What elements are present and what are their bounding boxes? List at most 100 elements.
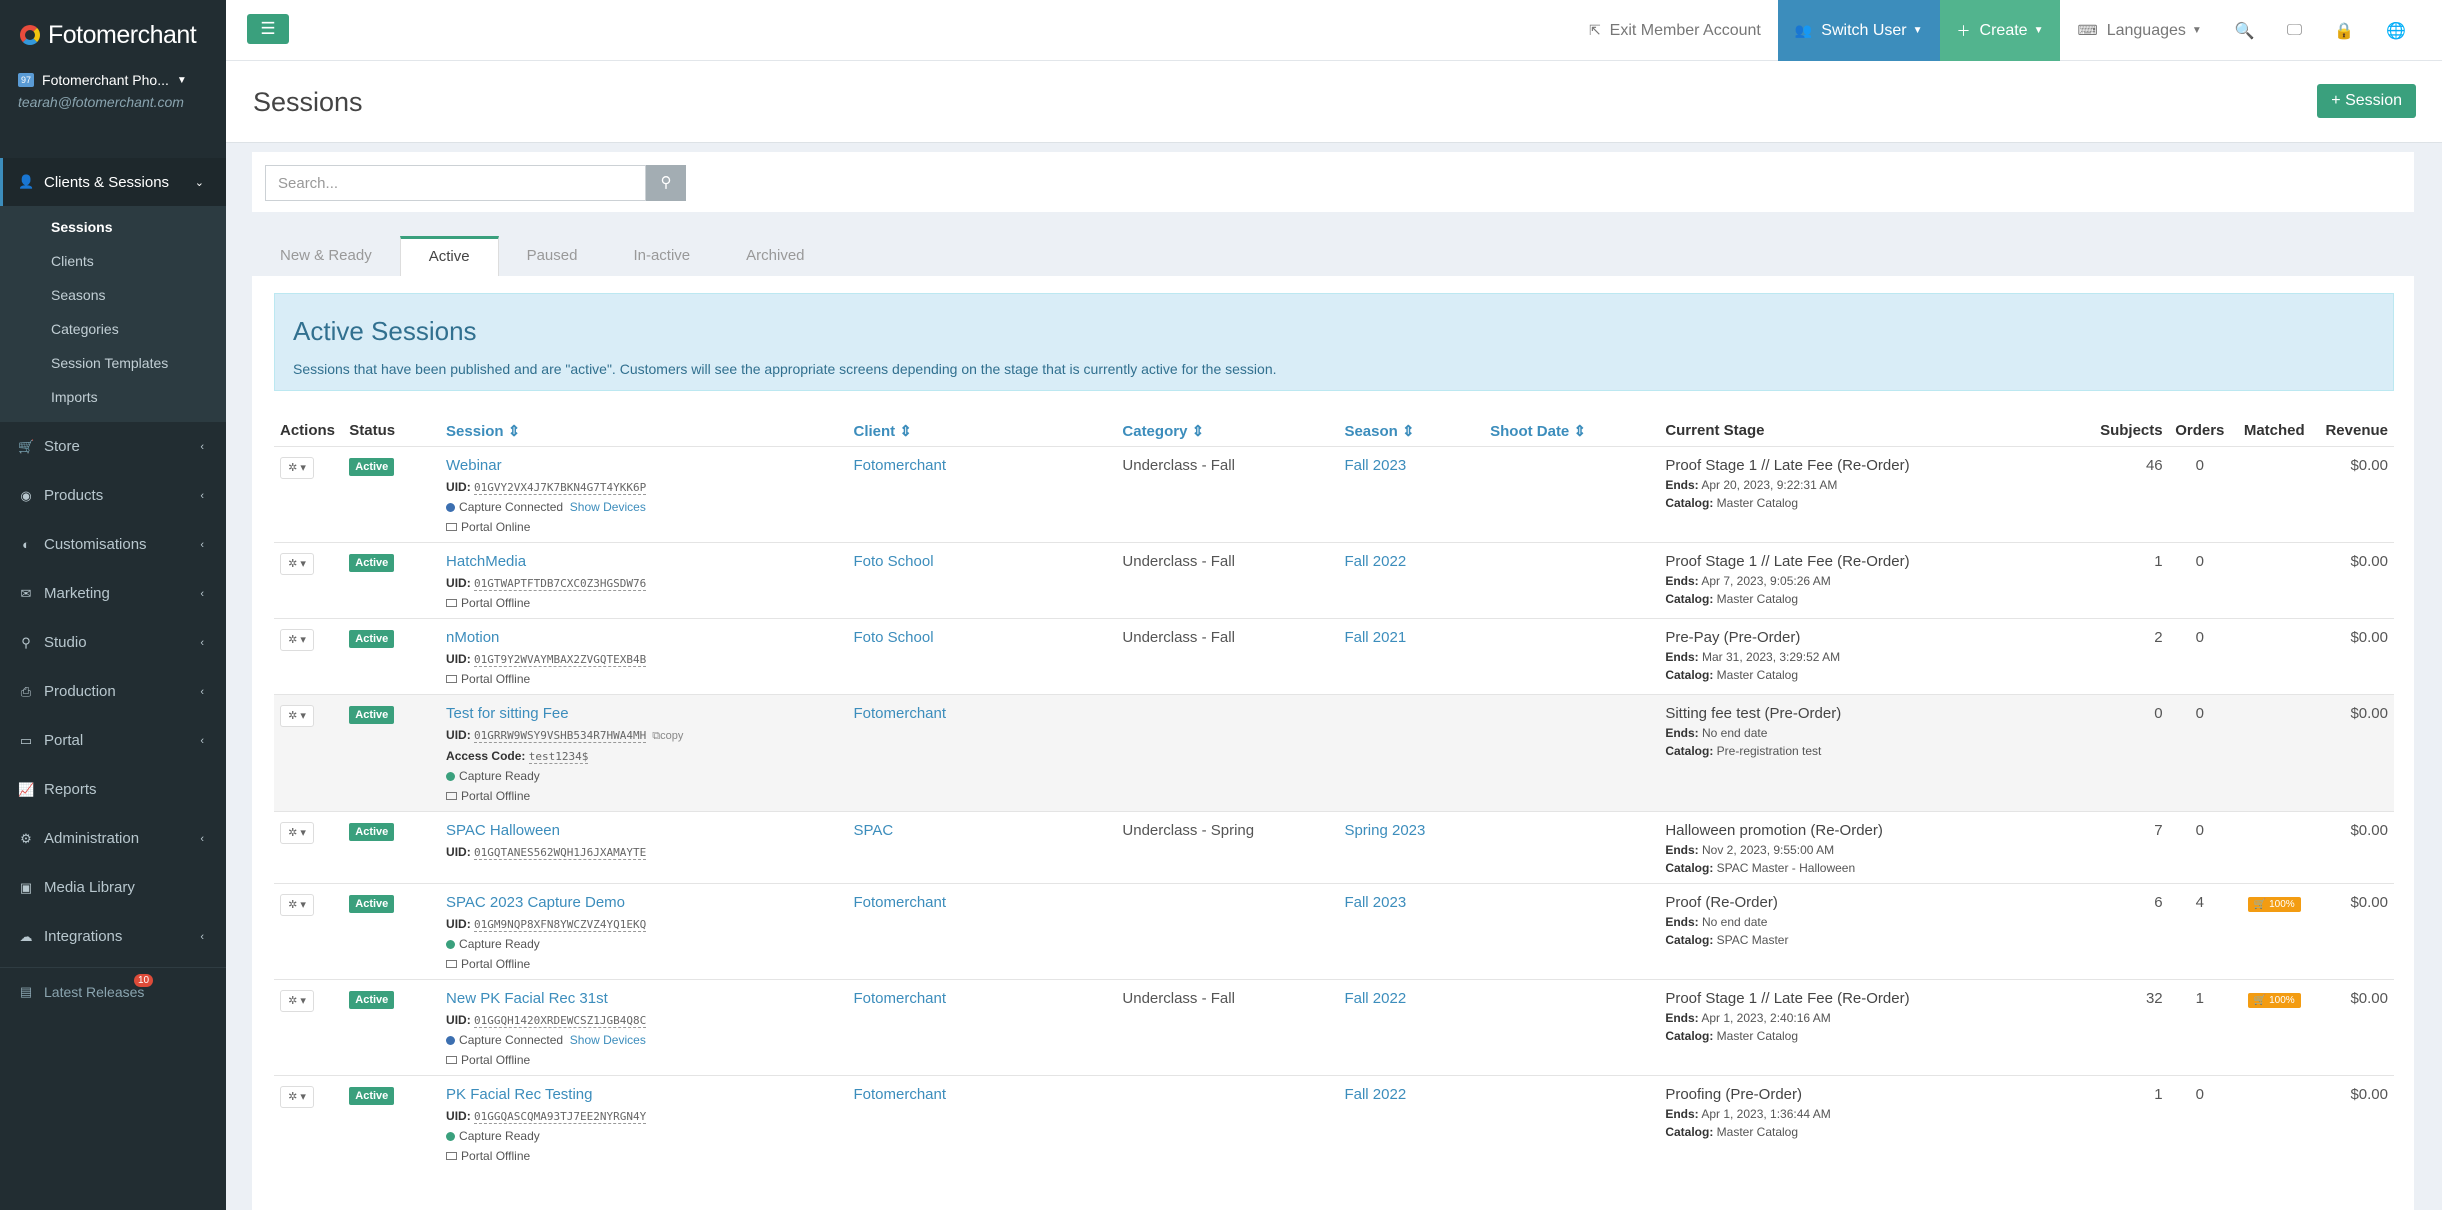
sidebar-item-clients-sessions[interactable]: 👤 Clients & Sessions ⌄ <box>0 158 226 206</box>
add-session-button[interactable]: + Session <box>2317 84 2416 118</box>
show-devices-link[interactable]: Show Devices <box>570 1033 646 1047</box>
uid-value[interactable]: 01GRRW9WSY9VSHB534R7HWA4MH <box>474 728 647 743</box>
account-switcher[interactable]: 97 Fotomerchant Pho... ▼ tearah@fotomerc… <box>0 70 226 128</box>
column-header-season[interactable]: Season ⇕ <box>1338 416 1484 446</box>
column-header-session[interactable]: Session ⇕ <box>440 416 847 446</box>
season-link[interactable]: Fall 2021 <box>1344 629 1406 646</box>
caret-down-icon[interactable]: ▼ <box>177 75 187 86</box>
search-button[interactable]: ⚲ <box>646 165 686 201</box>
column-header-shoot-date[interactable]: Shoot Date ⇕ <box>1484 416 1659 446</box>
row-actions-button[interactable]: ✲ ▾ <box>280 989 314 1012</box>
row-actions-button[interactable]: ✲ ▾ <box>280 552 314 575</box>
sidebar-subitem-imports[interactable]: Imports <box>0 380 226 414</box>
season-link[interactable]: Fall 2022 <box>1344 1086 1406 1103</box>
sidebar-item-marketing[interactable]: ✉ Marketing ‹ <box>0 569 226 618</box>
row-actions-button[interactable]: ✲ ▾ <box>280 704 314 727</box>
season-link[interactable]: Fall 2022 <box>1344 553 1406 570</box>
season-link[interactable]: Spring 2023 <box>1344 822 1425 839</box>
session-link[interactable]: SPAC 2023 Capture Demo <box>446 894 625 911</box>
exit-member-account-button[interactable]: ⇱ Exit Member Account <box>1572 0 1778 61</box>
revenue-cell: $0.00 <box>2317 810 2394 883</box>
orders-cell: 0 <box>2168 617 2231 694</box>
uid-value[interactable]: 01GM9NQP8XFN8YWCZVZ4YQ1EKQ <box>474 917 647 932</box>
subjects-cell: 0 <box>2087 693 2169 811</box>
sidebar-item-production[interactable]: ⎙ Production ‹ <box>0 667 226 716</box>
session-link[interactable]: Test for sitting Fee <box>446 705 569 722</box>
client-link[interactable]: Foto School <box>853 629 933 646</box>
sidebar-item-latest-releases[interactable]: ▤ Latest Releases 10 <box>0 967 226 1016</box>
client-link[interactable]: Fotomerchant <box>853 990 946 1007</box>
uid-value[interactable]: 01GTWAPTFTDB7CXC0Z3HGSDW76 <box>474 576 647 591</box>
uid-value[interactable]: 01GT9Y2WVAYMBAX2ZVGQTEXB4B <box>474 652 647 667</box>
row-actions-button[interactable]: ✲ ▾ <box>280 821 314 844</box>
lock-icon[interactable]: 🔒 <box>2318 0 2370 61</box>
session-link[interactable]: SPAC Halloween <box>446 822 560 839</box>
tab-archived[interactable]: Archived <box>718 236 832 276</box>
client-link[interactable]: Foto School <box>853 553 933 570</box>
sidebar-item-products[interactable]: ◉ Products ‹ <box>0 471 226 520</box>
row-actions-button[interactable]: ✲ ▾ <box>280 893 314 916</box>
copy-button[interactable]: ⧉copy <box>652 730 683 742</box>
season-link[interactable]: Fall 2022 <box>1344 990 1406 1007</box>
sidebar-item-label: Studio <box>44 634 87 651</box>
session-link[interactable]: PK Facial Rec Testing <box>446 1086 592 1103</box>
sidebar-item-reports[interactable]: 📈 Reports <box>0 765 226 814</box>
tab-active[interactable]: Active <box>399 236 499 276</box>
switch-user-button[interactable]: 👥 Switch User ▼ <box>1777 0 1940 61</box>
sidebar-subitem-categories[interactable]: Categories <box>0 312 226 346</box>
status-cell: Active <box>343 541 441 618</box>
row-actions-button[interactable]: ✲ ▾ <box>280 628 314 651</box>
session-link[interactable]: Webinar <box>446 457 502 474</box>
client-link[interactable]: Fotomerchant <box>853 457 946 474</box>
session-link[interactable]: nMotion <box>446 629 499 646</box>
uid-value[interactable]: 01GGQASCQMA93TJ7EE2NYRGN4Y <box>474 1109 647 1124</box>
session-link[interactable]: HatchMedia <box>446 553 526 570</box>
sidebar-subitem-session-templates[interactable]: Session Templates <box>0 346 226 380</box>
sidebar-item-media-library[interactable]: ▣ Media Library <box>0 863 226 912</box>
client-link[interactable]: Fotomerchant <box>853 705 946 722</box>
uid-value[interactable]: 01GGQH1420XRDEWCSZ1JGB4Q8C <box>474 1013 647 1028</box>
client-link[interactable]: Fotomerchant <box>853 1086 946 1103</box>
globe-icon[interactable]: 🌐 <box>2370 0 2422 61</box>
column-header-category[interactable]: Category ⇕ <box>1116 416 1338 446</box>
sidebar-item-store[interactable]: 🛒 Store ‹ <box>0 422 226 471</box>
session-link[interactable]: New PK Facial Rec 31st <box>446 990 608 1007</box>
client-link[interactable]: Fotomerchant <box>853 894 946 911</box>
session-tabs: New & Ready Active Paused In-active Arch… <box>252 236 833 276</box>
monitor-icon <box>446 675 458 684</box>
sidebar-subitem-sessions[interactable]: Sessions <box>0 210 226 244</box>
create-label: Create <box>1979 21 2028 39</box>
table-row: ✲ ▾ Active SPAC 2023 Capture Demo UID: 0… <box>274 882 2394 979</box>
access-code-value[interactable]: test1234$ <box>528 749 589 764</box>
column-header-client[interactable]: Client ⇕ <box>847 416 1116 446</box>
sidebar-item-studio[interactable]: ⚲ Studio ‹ <box>0 618 226 667</box>
sidebar-subitem-clients[interactable]: Clients <box>0 244 226 278</box>
row-actions-button[interactable]: ✲ ▾ <box>280 1085 314 1108</box>
season-link[interactable]: Fall 2023 <box>1344 457 1406 474</box>
search-input[interactable]: Search... <box>265 165 646 201</box>
matched-cell: 🛒 100% <box>2230 978 2318 1075</box>
menu-toggle-icon[interactable]: ☰ <box>247 14 289 44</box>
show-devices-link[interactable]: Show Devices <box>570 500 646 514</box>
create-button[interactable]: ＋ Create ▼ <box>1939 0 2061 61</box>
sidebar-item-integrations[interactable]: ☁ Integrations ‹ <box>0 912 226 961</box>
brand-logo[interactable]: Fotomerchant <box>0 0 226 70</box>
uid-value[interactable]: 01GVY2VX4J7K7BKN4G7T4YKK6P <box>474 480 647 495</box>
subjects-cell: 32 <box>2087 978 2169 1075</box>
tab-new-ready[interactable]: New & Ready <box>252 236 400 276</box>
search-icon[interactable]: 🔍 <box>2219 0 2271 61</box>
status-dot-icon <box>446 502 456 512</box>
season-link[interactable]: Fall 2023 <box>1344 894 1406 911</box>
row-actions-button[interactable]: ✲ ▾ <box>280 456 314 479</box>
column-header-revenue: Revenue <box>2325 422 2388 440</box>
sidebar-item-customisations[interactable]: ◐ Customisations ‹ <box>0 520 226 569</box>
languages-button[interactable]: ⌨ Languages ▼ <box>2060 0 2218 61</box>
tab-in-active[interactable]: In-active <box>605 236 718 276</box>
tab-paused[interactable]: Paused <box>499 236 606 276</box>
monitor-icon[interactable]: 🖵 <box>2271 0 2318 61</box>
sidebar-subitem-seasons[interactable]: Seasons <box>0 278 226 312</box>
sidebar-item-administration[interactable]: ⚙ Administration ‹ <box>0 814 226 863</box>
uid-value[interactable]: 01GQTANES562WQH1J6JXAMAYTE <box>474 845 647 860</box>
sidebar-item-portal[interactable]: ▭ Portal ‹ <box>0 716 226 765</box>
client-link[interactable]: SPAC <box>853 822 893 839</box>
